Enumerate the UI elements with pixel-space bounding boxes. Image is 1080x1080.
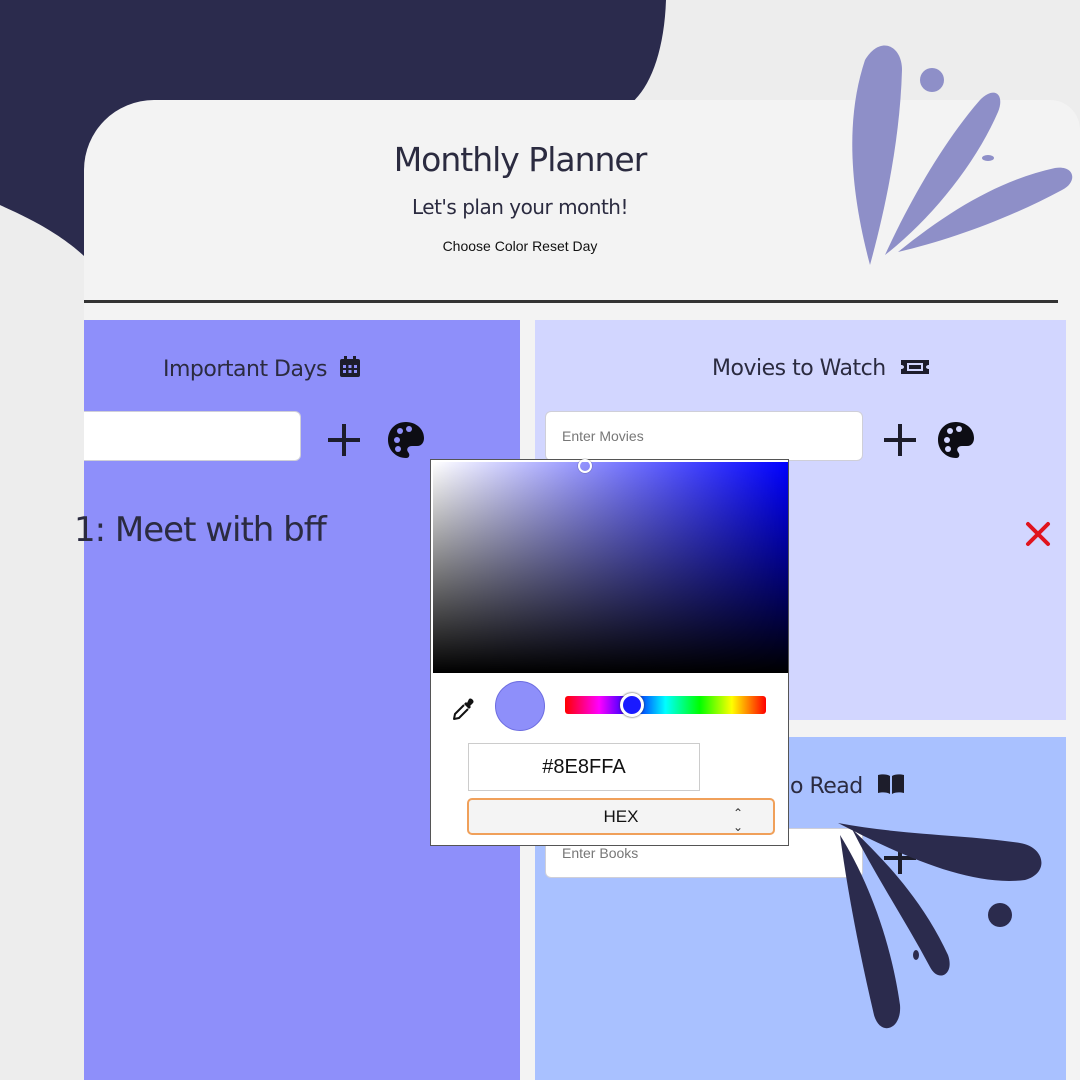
list-item: 1: Meet with bff [74, 510, 327, 550]
reset-day-button[interactable]: Reset Day [532, 238, 597, 254]
page-title: Monthly Planner [393, 140, 648, 179]
eyedropper-icon[interactable] [451, 696, 477, 722]
panel-movies-title: Movies to Watch [712, 356, 930, 381]
decorative-splash-top [852, 45, 1073, 265]
palette-icon[interactable] [936, 420, 976, 460]
list-item-text: 1: Meet with bff [74, 510, 327, 550]
plus-icon[interactable] [880, 420, 920, 460]
panel-books-title: o Read [790, 773, 905, 799]
header-actions: Choose Color Reset Day [340, 238, 700, 254]
choose-color-button[interactable]: Choose Color [443, 238, 529, 254]
header-divider [84, 300, 1058, 303]
movies-input-placeholder: Enter Movies [562, 428, 644, 444]
panel-important-days-title: Important Days [163, 356, 361, 382]
panel-title-text: o Read [790, 774, 863, 799]
movies-input[interactable]: Enter Movies [545, 411, 863, 461]
color-format-value: HEX [603, 806, 639, 826]
palette-icon[interactable] [386, 420, 426, 460]
hue-slider-thumb[interactable] [620, 693, 644, 717]
hex-input[interactable]: #8E8FFA [468, 743, 700, 791]
calendar-icon [340, 356, 361, 377]
color-picker: #8E8FFA HEX ⌃ ⌄ [430, 459, 789, 846]
plus-icon[interactable] [324, 420, 364, 460]
books-input-placeholder: Enter Books [562, 845, 639, 861]
important-days-input[interactable] [84, 411, 301, 461]
panel-title-text: Movies to Watch [712, 356, 886, 381]
saturation-value-area[interactable] [433, 459, 788, 673]
current-color-swatch [495, 681, 545, 731]
close-icon[interactable] [1024, 520, 1052, 548]
ticket-icon [901, 360, 930, 374]
page-subtitle: Let's plan your month! [411, 195, 629, 219]
book-icon [878, 774, 905, 794]
hue-slider[interactable] [565, 693, 766, 717]
panel-title-text: Important Days [163, 357, 327, 382]
saturation-thumb[interactable] [578, 459, 592, 473]
chevron-up-down-icon: ⌃ ⌄ [732, 806, 743, 834]
color-format-select[interactable]: HEX ⌃ ⌄ [467, 798, 775, 835]
plus-icon[interactable] [880, 838, 920, 878]
